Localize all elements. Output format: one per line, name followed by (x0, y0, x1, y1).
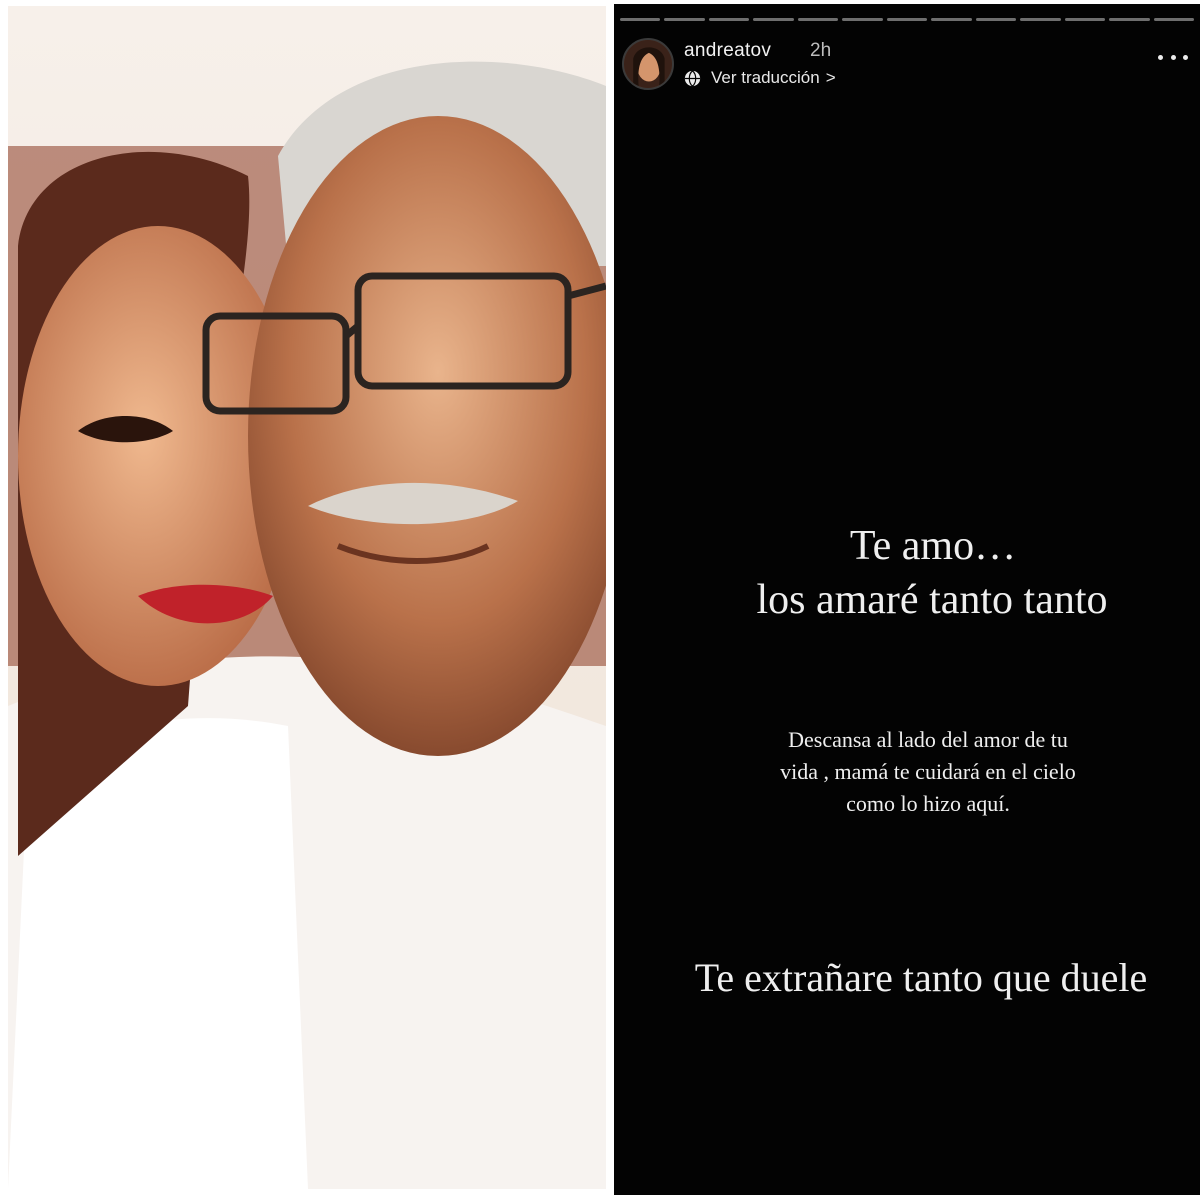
progress-segment (753, 18, 794, 21)
story-body-line1: Descansa al lado del amor de tu (788, 727, 1068, 752)
progress-segment (1109, 18, 1150, 21)
story-heading: Te amo… los amaré tanto tanto (614, 519, 1200, 627)
translate-button[interactable]: Ver traducción > (684, 67, 836, 89)
more-dot (1170, 54, 1176, 60)
story-body: Descansa al lado del amor de tu vida , m… (614, 724, 1200, 820)
chevron-right-icon: > (825, 68, 836, 87)
selfie-photo (8, 6, 606, 1189)
story-body-line2: vida , mamá te cuidará en el cielo (780, 759, 1076, 784)
progress-segment (975, 18, 1017, 21)
globe-icon (684, 69, 701, 87)
progress-segment (931, 18, 972, 21)
avatar[interactable] (622, 38, 674, 90)
progress-segment (886, 18, 928, 21)
progress-segment (1020, 18, 1061, 21)
translate-label: Ver traducción (711, 68, 820, 87)
progress-segment (620, 18, 661, 21)
more-dot (1183, 54, 1188, 60)
story-closing: Te extrañare tanto que duele (694, 955, 1148, 1000)
progress-segment (1153, 18, 1195, 21)
story-heading-line2: los amaré tanto tanto (756, 577, 1108, 623)
story-heading-line1: Te amo… (849, 523, 1017, 569)
progress-segment (664, 18, 705, 21)
story-body-line3: como lo hizo aquí. (846, 791, 1010, 816)
story-viewer: andreatov 2h Ver traducción > Te amo… lo… (614, 4, 1200, 1195)
story-header: andreatov 2h Ver traducción > (614, 34, 1200, 94)
progress-segment (797, 18, 839, 21)
more-options-icon[interactable] (1158, 48, 1188, 66)
progress-segment (1064, 18, 1106, 21)
post-time: 2h (810, 40, 832, 61)
selfie-photo-illustration (8, 6, 606, 1189)
story-progress-bar (620, 18, 1195, 21)
username[interactable]: andreatov (684, 40, 771, 62)
progress-segment (842, 18, 883, 21)
more-dot (1158, 54, 1163, 60)
progress-segment (708, 18, 750, 21)
avatar-image (624, 40, 672, 88)
